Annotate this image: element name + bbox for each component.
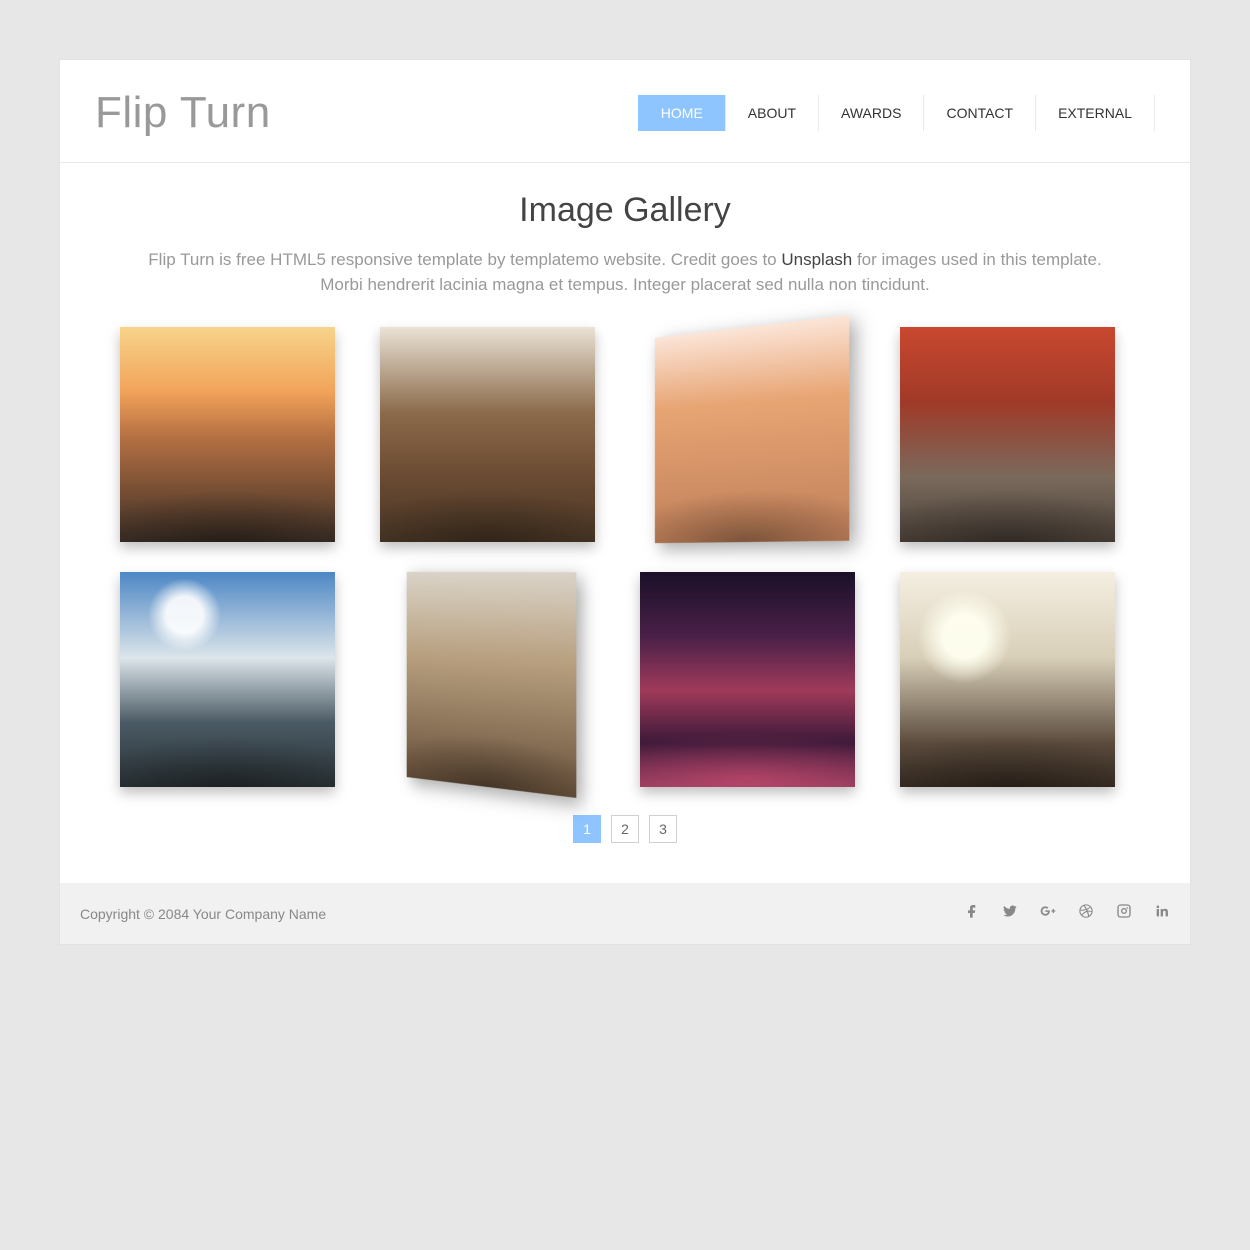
intro-link-unsplash[interactable]: Unsplash	[781, 250, 852, 269]
gallery-intro: Flip Turn is free HTML5 responsive templ…	[125, 248, 1125, 297]
image-city-bridge	[640, 572, 855, 787]
nav-home[interactable]: HOME	[638, 95, 725, 131]
gallery-item-forest[interactable]	[380, 327, 595, 542]
brand-title: Flip Turn	[95, 88, 271, 138]
image-lifeguard-stand	[655, 315, 849, 543]
twitter-icon[interactable]	[1002, 903, 1018, 924]
nav-about[interactable]: ABOUT	[725, 95, 818, 131]
page-2[interactable]: 2	[611, 815, 639, 843]
header: Flip Turn HOME ABOUT AWARDS CONTACT EXTE…	[60, 60, 1190, 163]
gallery-title: Image Gallery	[95, 191, 1155, 230]
intro-text-before: Flip Turn is free HTML5 responsive templ…	[148, 250, 781, 269]
main-nav: HOME ABOUT AWARDS CONTACT EXTERNAL	[638, 95, 1155, 131]
footer: Copyright © 2084 Your Company Name	[60, 883, 1190, 944]
gallery-item-lifeguard[interactable]	[640, 327, 855, 542]
image-mountain-lake	[120, 572, 335, 787]
social-links	[964, 903, 1170, 924]
gallery-item-sunset[interactable]	[120, 327, 335, 542]
gallery-item-boardwalk[interactable]	[380, 572, 595, 787]
page-1[interactable]: 1	[573, 815, 601, 843]
nav-awards[interactable]: AWARDS	[818, 95, 923, 131]
facebook-icon[interactable]	[964, 903, 980, 924]
image-forest-trail	[380, 327, 595, 542]
google-plus-icon[interactable]	[1040, 903, 1056, 924]
instagram-icon[interactable]	[1116, 903, 1132, 924]
gallery-grid	[95, 327, 1155, 807]
image-narrow-alley	[900, 327, 1115, 542]
gallery-section: Image Gallery Flip Turn is free HTML5 re…	[60, 163, 1190, 883]
pagination: 1 2 3	[95, 815, 1155, 843]
gallery-item-mountain[interactable]	[120, 572, 335, 787]
gallery-item-bike[interactable]	[900, 572, 1115, 787]
image-bike-sunset	[900, 572, 1115, 787]
page-3[interactable]: 3	[649, 815, 677, 843]
linkedin-icon[interactable]	[1154, 903, 1170, 924]
copyright-text: Copyright © 2084 Your Company Name	[80, 906, 326, 922]
gallery-item-bridge[interactable]	[640, 572, 855, 787]
image-boardwalk	[407, 572, 577, 798]
nav-external[interactable]: EXTERNAL	[1035, 95, 1155, 131]
page-container: Flip Turn HOME ABOUT AWARDS CONTACT EXTE…	[60, 60, 1190, 944]
gallery-item-alley[interactable]	[900, 327, 1115, 542]
dribbble-icon[interactable]	[1078, 903, 1094, 924]
image-sunset-beach	[120, 327, 335, 542]
nav-contact[interactable]: CONTACT	[923, 95, 1035, 131]
